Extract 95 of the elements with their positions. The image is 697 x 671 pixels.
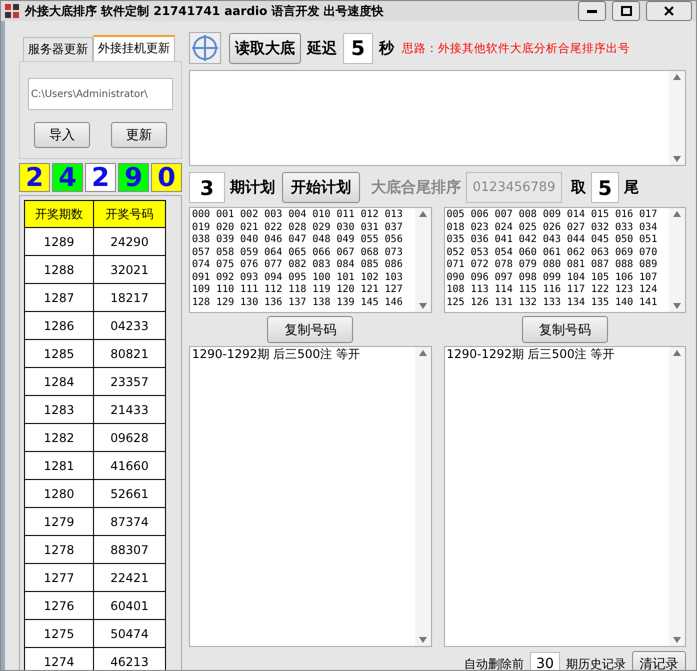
hint-text: 思路：外接其他软件大底分析合尾排序出号 xyxy=(402,40,630,56)
table-cell: 1277 xyxy=(24,564,94,592)
copy-button[interactable]: 复制号码 xyxy=(267,316,354,343)
table-cell: 1287 xyxy=(24,284,94,312)
copy-button[interactable]: 复制号码 xyxy=(522,316,608,343)
scroll-up-arrow-icon[interactable] xyxy=(418,211,426,217)
start-plan-button[interactable]: 开始计划 xyxy=(282,172,360,203)
number-list-text: 000 001 002 003 004 010 011 012 013 019 020 021 022 028 029 030 031 037 038 039 040 046 047 048 049 055 056 057 058 059 064 065 066 067 068 073 074 075 076 077 082 083 084 085 086 091 092 093 094 095 100 101 102 103 109 110 111 112 118 119 120 121 127 128 129 130 136 137 138 139 145 146 xyxy=(191,208,404,310)
table-cell: 1275 xyxy=(24,620,94,648)
table-cell: 1289 xyxy=(24,228,94,256)
scroll-down-arrow-icon[interactable] xyxy=(673,637,681,643)
minimize-icon xyxy=(587,10,597,12)
digit-cell: 2 xyxy=(19,163,50,192)
history-count-field[interactable]: 30 xyxy=(530,652,560,670)
app-grid-icon xyxy=(5,4,19,18)
scroll-down-arrow-icon[interactable] xyxy=(418,637,426,643)
scroll-up-arrow-icon[interactable] xyxy=(418,350,426,356)
table-cell: 1286 xyxy=(24,312,94,340)
table-cell: 1285 xyxy=(24,340,94,368)
table-cell: 21433 xyxy=(94,396,166,424)
auto-delete-label: 自动删除前 xyxy=(464,656,524,670)
table-cell: 1282 xyxy=(24,424,94,452)
table-cell: 23357 xyxy=(94,368,166,396)
table-cell: 46213 xyxy=(94,648,166,670)
scrollbar[interactable] xyxy=(669,208,685,312)
table-cell: 1283 xyxy=(24,396,94,424)
table-cell: 87374 xyxy=(94,508,166,536)
digit-cell: 2 xyxy=(85,163,116,192)
table-cell: 1278 xyxy=(24,536,94,564)
result-area[interactable]: 1290-1292期 后三500注 等开 xyxy=(444,346,686,647)
log-area[interactable] xyxy=(189,70,686,166)
import-button[interactable]: 导入 xyxy=(34,122,90,148)
scroll-up-arrow-icon[interactable] xyxy=(673,350,681,356)
periods-label: 期计划 xyxy=(230,178,275,197)
result-text: 1290-1292期 后三500注 等开 xyxy=(191,347,361,363)
take-unit: 尾 xyxy=(624,178,639,197)
result-area[interactable]: 1290-1292期 后三500注 等开 xyxy=(189,346,432,647)
minimize-button[interactable] xyxy=(578,1,606,21)
table-cell: 1274 xyxy=(24,648,94,670)
path-field[interactable]: C:\Users\Administrator\ xyxy=(28,78,173,110)
clear-button[interactable]: 清记录 xyxy=(632,651,686,670)
table-cell: 50474 xyxy=(94,620,166,648)
sort-label: 大底合尾排序 xyxy=(371,178,461,197)
tab[interactable]: 服务器更新 xyxy=(23,37,93,61)
scrollbar[interactable] xyxy=(669,71,685,165)
periods-field[interactable]: 3 xyxy=(189,172,225,203)
table-cell: 04233 xyxy=(94,312,166,340)
table-cell: 1281 xyxy=(24,452,94,480)
result-text: 1290-1292期 后三500注 等开 xyxy=(446,347,616,363)
table-cell: 09628 xyxy=(94,424,166,452)
scrollbar[interactable] xyxy=(414,347,430,646)
table-cell: 18217 xyxy=(94,284,166,312)
delay-label: 延迟 xyxy=(307,38,337,58)
close-button[interactable] xyxy=(646,1,692,21)
close-icon xyxy=(664,6,674,16)
table-cell: 88307 xyxy=(94,536,166,564)
maximize-button[interactable] xyxy=(612,1,640,21)
table-cell: 24290 xyxy=(94,228,166,256)
scrollbar[interactable] xyxy=(669,347,685,646)
table-cell: 1288 xyxy=(24,256,94,284)
table-cell: 52661 xyxy=(94,480,166,508)
table-cell: 1280 xyxy=(24,480,94,508)
table-cell: 22421 xyxy=(94,564,166,592)
scroll-down-arrow-icon[interactable] xyxy=(418,303,426,309)
table-cell: 1284 xyxy=(24,368,94,396)
number-list-area[interactable] xyxy=(444,207,686,313)
delay-field[interactable]: 5 xyxy=(343,32,373,64)
crosshair-icon[interactable] xyxy=(189,32,221,64)
scrollbar[interactable] xyxy=(414,208,430,312)
take-field[interactable]: 5 xyxy=(591,172,619,203)
maximize-icon xyxy=(620,6,632,16)
table-cell: 41660 xyxy=(94,452,166,480)
table-cell: 80821 xyxy=(94,340,166,368)
history-label: 期历史记录 xyxy=(566,656,626,670)
digit-cell: 9 xyxy=(118,163,149,192)
number-list-text: 005 006 007 008 009 014 015 016 017 018 023 024 025 026 027 032 033 034 035 036 041 042 043 044 045 050 051 052 053 054 060 061 062 063 069 070 071 072 078 079 080 081 087 088 089 090 096 097 098 099 104 105 106 107 108 113 114 115 116 117 122 123 124 125 126 131 132 133 134 135 140 141 xyxy=(446,208,658,310)
column-header: 开奖号码 xyxy=(94,200,166,228)
tab[interactable]: 外接挂机更新 xyxy=(93,35,175,61)
column-header: 开奖期数 xyxy=(24,200,94,228)
scroll-down-arrow-icon[interactable] xyxy=(673,303,681,309)
digit-cell: 0 xyxy=(151,163,182,192)
read-button[interactable]: 读取大底 xyxy=(229,32,301,64)
window-title: 外接大底排序 软件定制 21741741 aardio 语言开发 出号速度快 xyxy=(25,2,385,20)
table-cell: 60401 xyxy=(94,592,166,620)
scroll-up-arrow-icon[interactable] xyxy=(673,74,681,80)
digit-cell: 4 xyxy=(52,163,83,192)
scroll-down-arrow-icon[interactable] xyxy=(673,156,681,162)
delay-unit: 秒 xyxy=(379,38,394,58)
take-label: 取 xyxy=(571,178,586,197)
update-button[interactable]: 更新 xyxy=(111,122,167,148)
number-list-area[interactable] xyxy=(189,207,432,313)
table-cell: 32021 xyxy=(94,256,166,284)
table-cell: 1276 xyxy=(24,592,94,620)
scroll-up-arrow-icon[interactable] xyxy=(673,211,681,217)
table-cell: 1279 xyxy=(24,508,94,536)
